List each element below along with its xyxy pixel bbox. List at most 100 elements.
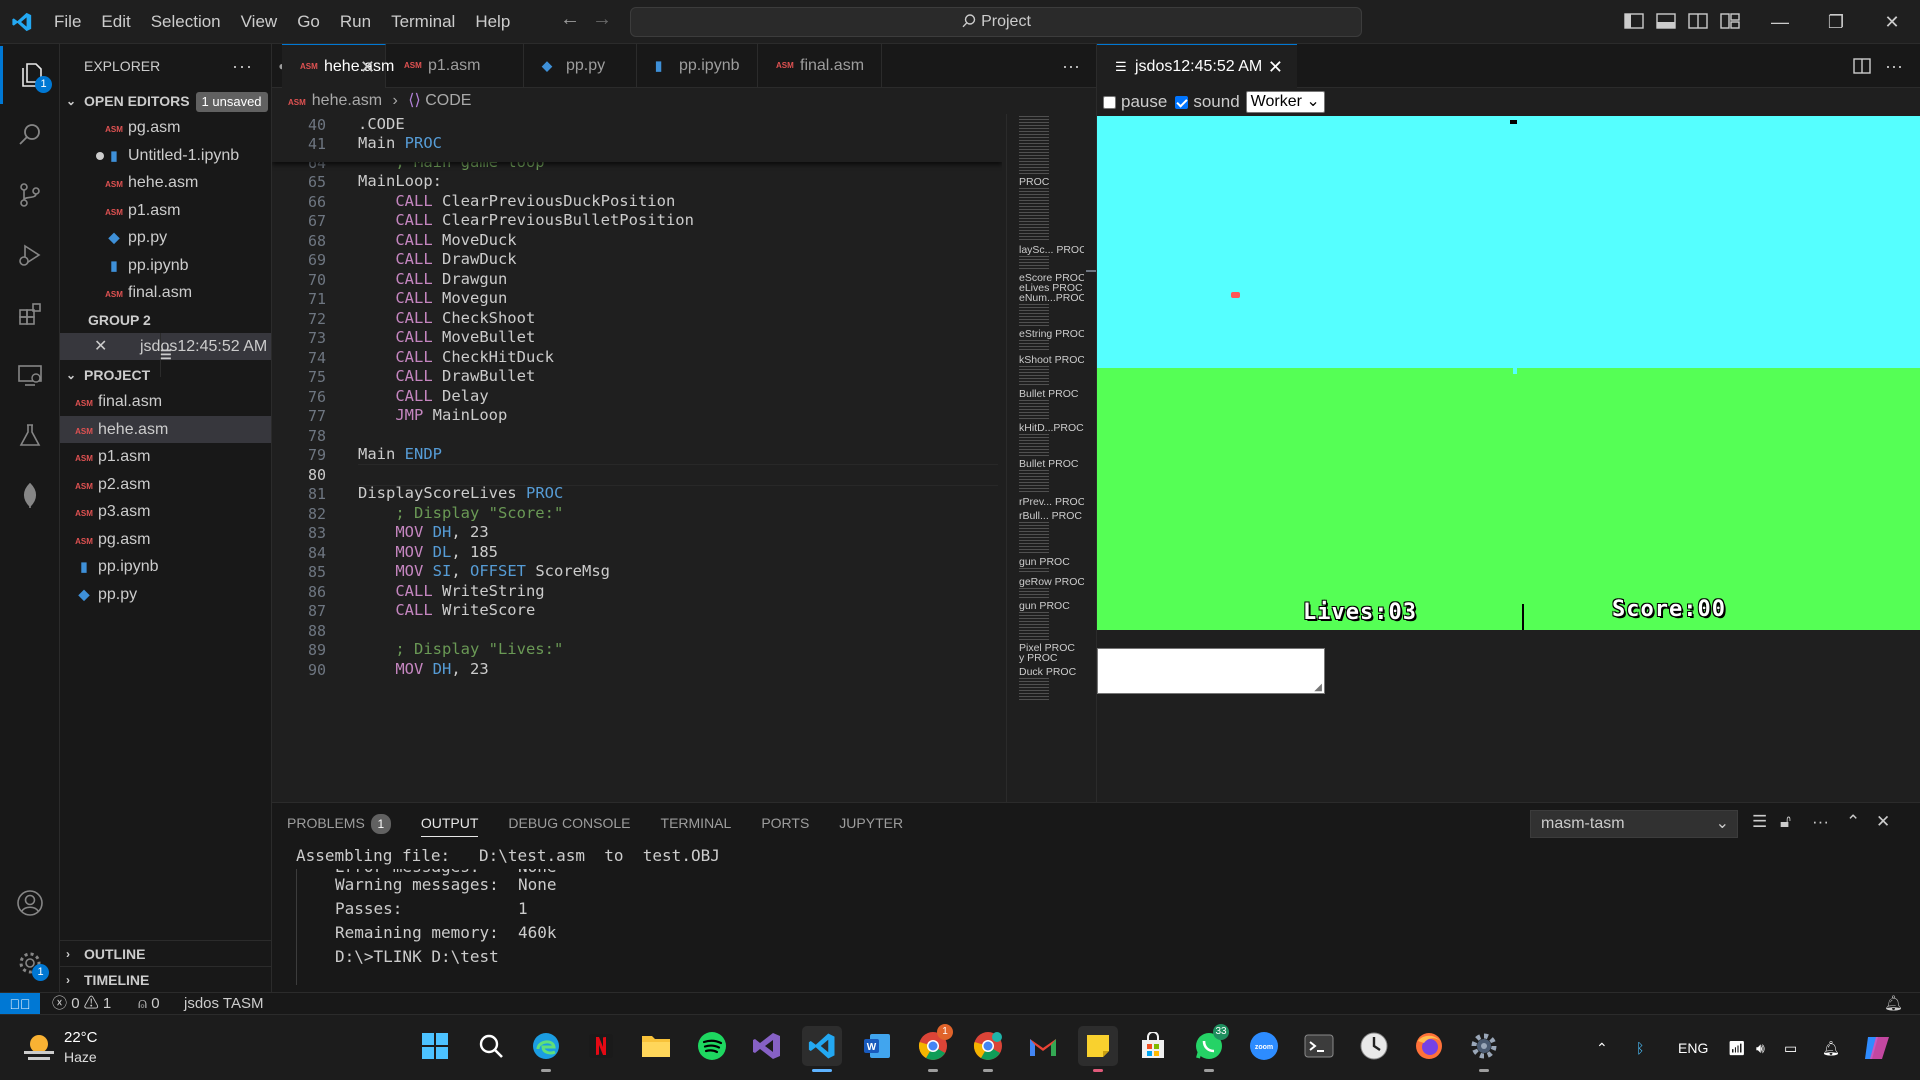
code-line[interactable]: CALL CheckShoot xyxy=(358,309,535,327)
run-debug-activity[interactable] xyxy=(0,226,60,284)
taskbar-word[interactable]: W xyxy=(857,1026,897,1066)
filter-list-icon[interactable]: ☰ xyxy=(1752,812,1767,832)
code-line[interactable]: CALL Drawgun xyxy=(358,270,507,288)
sticky-line[interactable]: .CODE xyxy=(358,115,405,133)
code-line[interactable]: CALL MoveBullet xyxy=(358,328,535,346)
remote-explorer-activity[interactable] xyxy=(0,346,60,404)
close-panel-icon[interactable]: ✕ xyxy=(1876,812,1890,832)
close-window-button[interactable]: ✕ xyxy=(1864,0,1920,44)
sound-checkbox[interactable] xyxy=(1175,95,1189,109)
close-icon[interactable]: ✕ xyxy=(94,333,107,361)
menu-file[interactable]: File xyxy=(44,0,91,44)
project-file-item[interactable]: ASM p2.asm xyxy=(60,471,271,499)
accounts-activity[interactable] xyxy=(0,874,60,932)
jsdos-mode-status[interactable]: jsdos TASM xyxy=(184,993,263,1015)
code-line[interactable]: DisplayScoreLives PROC xyxy=(358,484,563,502)
lock-icon[interactable]: 🔓︎ xyxy=(1780,812,1791,832)
mongodb-activity[interactable] xyxy=(0,466,60,524)
sticky-scroll[interactable]: 40 .CODE 41 Main PROC xyxy=(272,114,1002,162)
toggle-primary-sidebar-icon[interactable] xyxy=(1624,12,1644,30)
customize-layout-icon[interactable] xyxy=(1720,12,1740,30)
more-actions-icon[interactable]: ··· xyxy=(1812,812,1829,832)
notification-bell-icon[interactable]: 🔔︎ xyxy=(1822,1015,1840,1080)
open-editor-item[interactable]: ASM final.asm xyxy=(60,279,271,307)
taskbar-terminal[interactable] xyxy=(1299,1026,1339,1066)
toggle-panel-icon[interactable] xyxy=(1656,12,1676,30)
menu-selection[interactable]: Selection xyxy=(141,0,231,44)
manage-activity[interactable]: 1 xyxy=(0,934,60,992)
project-file-item[interactable]: ◆ pp.py xyxy=(60,581,271,609)
panel-tab-ports[interactable]: PORTS xyxy=(746,803,824,843)
code-line[interactable]: CALL MoveDuck xyxy=(358,231,516,249)
source-control-activity[interactable] xyxy=(0,166,60,224)
panel-tab-debug-console[interactable]: DEBUG CONSOLE xyxy=(493,803,645,843)
taskbar-firefox[interactable] xyxy=(1409,1026,1449,1066)
wifi-icon[interactable]: 📶︎ xyxy=(1728,1015,1746,1080)
project-file-item[interactable]: ASM p3.asm xyxy=(60,498,271,526)
project-file-item[interactable]: ▮ pp.ipynb xyxy=(60,553,271,581)
code-line[interactable]: Main ENDP xyxy=(358,445,442,463)
taskbar-settings[interactable] xyxy=(1464,1026,1504,1072)
menu-help[interactable]: Help xyxy=(465,0,520,44)
show-hidden-icons[interactable]: ⌃ xyxy=(1596,1015,1608,1080)
panel-tab-jupyter[interactable]: JUPYTER xyxy=(824,803,918,843)
minimap[interactable]: PROC laySc... PROC eScore PROC eLives PROC e… xyxy=(1006,114,1087,802)
project-file-item[interactable]: ASM p1.asm xyxy=(60,443,271,471)
dos-input-textarea[interactable]: ◢ xyxy=(1097,648,1325,694)
open-editor-item[interactable]: ◆ pp.py xyxy=(60,224,271,252)
bluetooth-icon[interactable]: ᛒ xyxy=(1636,1015,1644,1080)
output-channel-select[interactable]: masm-tasm ⌄ xyxy=(1530,810,1738,838)
battery-icon[interactable]: ▭ xyxy=(1784,1015,1797,1080)
taskbar-zoom[interactable]: zoom xyxy=(1244,1026,1284,1066)
toggle-secondary-sidebar-icon[interactable] xyxy=(1688,12,1708,30)
code-line[interactable]: CALL CheckHitDuck xyxy=(358,348,554,366)
outline-header[interactable]: › OUTLINE xyxy=(60,940,272,966)
more-actions-icon[interactable]: ··· xyxy=(1885,44,1903,88)
problems-status[interactable]: ⓧ 0 ⚠ 1 xyxy=(52,993,111,1015)
split-editor-icon[interactable] xyxy=(1853,58,1871,74)
explorer-activity[interactable]: 1 xyxy=(0,46,60,104)
tab-p1-asm[interactable]: ASM p1.asm xyxy=(386,44,524,88)
taskbar-spotify[interactable] xyxy=(692,1026,732,1066)
timeline-header[interactable]: › TIMELINE xyxy=(60,966,272,992)
taskbar-chrome-profile[interactable] xyxy=(968,1026,1008,1072)
resize-handle-icon[interactable]: ◢ xyxy=(1314,682,1322,693)
more-tabs-icon[interactable]: ··· xyxy=(1062,44,1080,88)
close-icon[interactable]: ✕ xyxy=(1268,45,1283,89)
code-line[interactable]: MainLoop: xyxy=(358,172,442,190)
taskbar-sticky-notes[interactable] xyxy=(1078,1026,1118,1072)
worker-select[interactable]: Worker ⌄ xyxy=(1245,91,1325,113)
remote-indicator-icon[interactable]: ⨯⃞ xyxy=(0,993,40,1015)
code-line[interactable]: CALL WriteString xyxy=(358,582,544,600)
extensions-activity[interactable] xyxy=(0,286,60,344)
open-editor-item[interactable]: ▮ pp.ipynb xyxy=(60,252,271,280)
tab-jsdos[interactable]: ☰ jsdos12:45:52 AM ✕ xyxy=(1097,44,1297,88)
project-file-item[interactable]: ASM pg.asm xyxy=(60,526,271,554)
ports-status[interactable]: ⍝ 0 xyxy=(138,993,160,1015)
open-editor-item[interactable]: ▮ Untitled-1.ipynb xyxy=(60,142,271,170)
code-line[interactable]: JMP MainLoop xyxy=(358,406,507,424)
breadcrumb-symbol[interactable]: CODE xyxy=(425,92,471,109)
volume-icon[interactable]: 🔊︎ xyxy=(1756,1015,1765,1080)
code-line[interactable]: CALL Delay xyxy=(358,387,488,405)
open-editors-header[interactable]: ⌄ OPEN EDITORS 1 unsaved xyxy=(60,88,271,114)
breadcrumb-file[interactable]: hehe.asm xyxy=(312,92,382,109)
taskbar-search-button[interactable] xyxy=(471,1026,511,1066)
project-header[interactable]: ⌄ PROJECT xyxy=(60,362,271,388)
taskbar-visual-studio[interactable] xyxy=(747,1026,787,1066)
notifications-icon[interactable]: 🔔︎ xyxy=(1884,993,1903,1015)
taskbar-store[interactable] xyxy=(1133,1026,1173,1066)
menu-view[interactable]: View xyxy=(231,0,288,44)
close-icon[interactable]: ✕ xyxy=(360,45,375,89)
code-area[interactable]: 40 .CODE 41 Main PROC 64 ; Main game loop 65… xyxy=(272,114,1002,802)
project-file-item[interactable]: ASM hehe.asm xyxy=(60,415,271,443)
taskbar-netflix[interactable] xyxy=(581,1026,621,1066)
back-arrow-icon[interactable]: ← xyxy=(560,8,580,31)
tab-final-asm[interactable]: ASM final.asm xyxy=(758,44,882,88)
tab-pp-ipynb[interactable]: ▮ pp.ipynb xyxy=(637,44,758,88)
taskbar-file-explorer[interactable] xyxy=(636,1026,676,1066)
code-line[interactable]: CALL ClearPreviousDuckPosition xyxy=(358,192,675,210)
more-actions-icon[interactable]: ··· xyxy=(232,44,253,88)
copilot-icon[interactable] xyxy=(1862,1033,1892,1063)
sticky-line[interactable]: Main PROC xyxy=(358,134,442,152)
